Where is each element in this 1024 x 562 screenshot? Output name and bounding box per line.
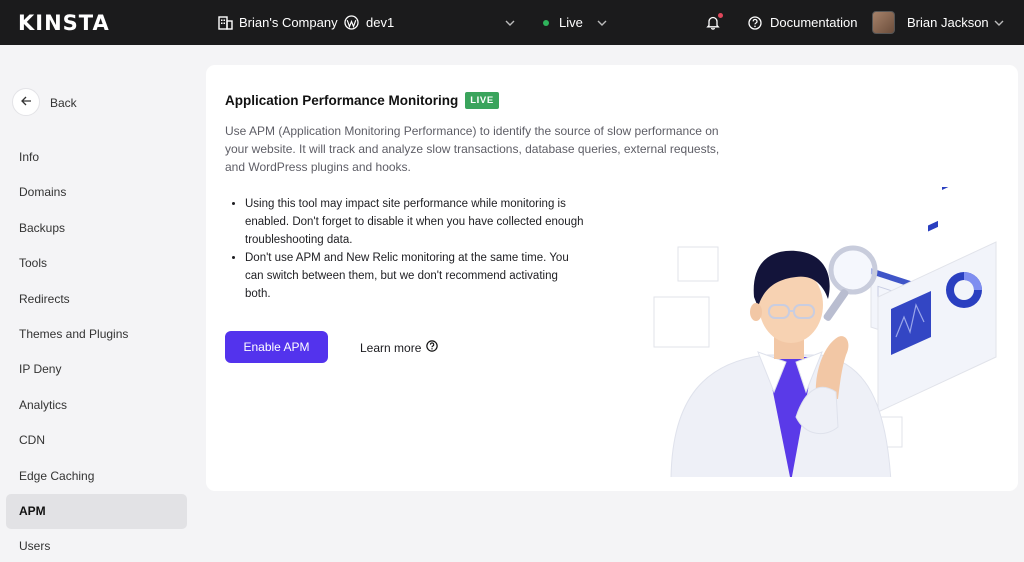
company-switcher[interactable]: Brian's Company [218,0,338,45]
sidebar-item-info[interactable]: Info [6,140,187,175]
developer-illustration [653,187,997,477]
back-label[interactable]: Back [50,96,77,110]
top-navigation-bar: KINSTA Brian's Company dev1 Live Documen… [0,0,1024,45]
documentation-link[interactable]: Documentation [748,0,857,45]
site-sidebar-nav: Info Domains Backups Tools Redirects The… [6,140,187,562]
sidebar-item-edge-caching[interactable]: Edge Caching [6,459,187,494]
help-circle-icon [748,15,762,30]
apm-card: Application Performance Monitoring LIVE … [206,65,1018,491]
site-name: dev1 [366,15,395,30]
building-icon [218,15,233,30]
enable-apm-button[interactable]: Enable APM [225,331,328,363]
documentation-label: Documentation [770,15,858,30]
sidebar-item-users[interactable]: Users [6,529,187,562]
sidebar-item-redirects[interactable]: Redirects [6,282,187,317]
sidebar-item-domains[interactable]: Domains [6,175,187,210]
sidebar-item-ip-deny[interactable]: IP Deny [6,352,187,387]
avatar [872,11,895,34]
live-status-dot [543,19,549,26]
kinsta-logo[interactable]: KINSTA [18,11,110,35]
user-menu[interactable]: Brian Jackson [872,0,989,45]
chevron-down-icon[interactable] [505,0,515,45]
wordpress-icon [344,15,359,30]
learn-more-link[interactable]: Learn more [360,340,439,355]
notification-badge [718,13,723,18]
sidebar-item-cdn[interactable]: CDN [6,423,187,458]
environment-switcher[interactable]: Live [543,0,583,45]
back-button[interactable] [12,88,40,116]
notifications-button[interactable] [706,0,723,45]
user-name: Brian Jackson [907,15,989,30]
chevron-down-icon[interactable] [994,0,1004,45]
help-circle-icon [426,340,439,355]
sidebar-item-analytics[interactable]: Analytics [6,388,187,423]
chevron-down-icon[interactable] [597,0,607,45]
sidebar-item-tools[interactable]: Tools [6,246,187,281]
site-switcher[interactable]: dev1 [344,0,394,45]
arrow-left-icon [20,93,32,111]
warning-list: Using this tool may impact site performa… [245,195,585,303]
page-title: Application Performance Monitoring [225,93,459,108]
title-row: Application Performance Monitoring LIVE [225,92,499,109]
status-badge: LIVE [465,92,499,109]
list-item: Don't use APM and New Relic monitoring a… [245,249,585,303]
apm-description: Use APM (Application Monitoring Performa… [225,124,720,174]
sidebar-item-apm[interactable]: APM [6,493,187,530]
environment-name: Live [559,15,583,30]
sidebar-item-themes-and-plugins[interactable]: Themes and Plugins [6,317,187,352]
learn-more-label: Learn more [360,340,422,355]
company-name: Brian's Company [239,15,338,30]
list-item: Using this tool may impact site performa… [245,195,585,249]
sidebar-item-backups[interactable]: Backups [6,211,187,246]
